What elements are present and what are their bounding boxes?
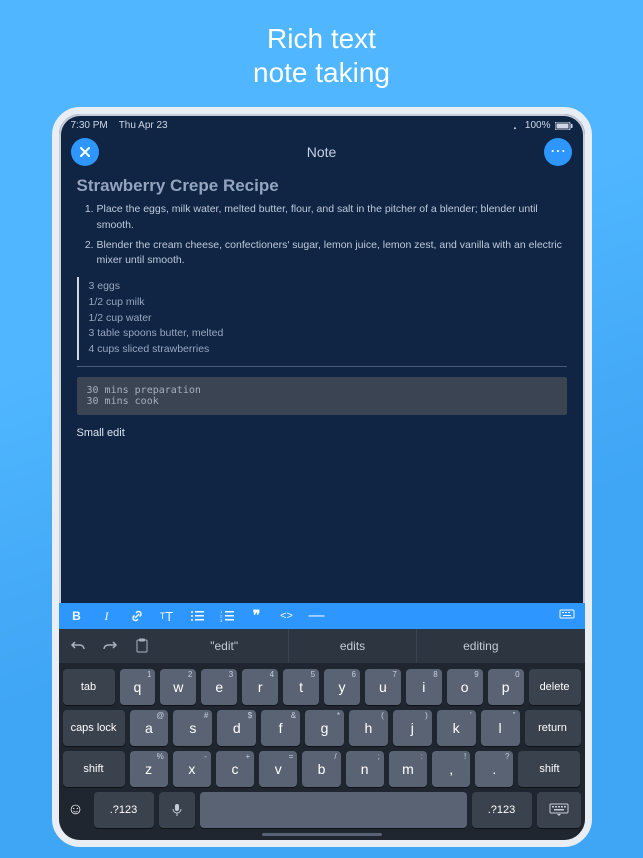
key-d[interactable]: d$ [217,710,256,746]
nav-header: Note ⋯ [59,134,585,174]
battery-icon [555,122,573,130]
key-f[interactable]: f& [261,710,300,746]
ingredient-line: 3 eggs [89,279,567,295]
status-time: 7:30 PM [71,120,108,131]
list-item: Place the eggs, milk water, melted butte… [97,202,567,234]
undo-button[interactable] [67,635,89,657]
key-e[interactable]: e3 [201,669,237,705]
key-n[interactable]: n; [346,751,384,787]
list-item: Blender the cream cheese, confectioners'… [97,238,567,270]
dots-icon: ⋯ [550,144,567,160]
key-z[interactable]: z% [130,751,168,787]
clipboard-button[interactable] [131,635,153,657]
suggestion-word[interactable]: edits [288,629,416,663]
ingredient-line: 4 cups sliced strawberries [89,342,567,358]
device-frame: 7:30 PM Thu Apr 23 100% Note ⋯ Strawberr… [52,107,592,847]
key-return[interactable]: return [525,710,581,746]
suggestion-bar: "edit" edits editing [59,629,585,663]
key-capslock[interactable]: caps lock [63,710,125,746]
key-i[interactable]: i8 [406,669,442,705]
status-left: 7:30 PM Thu Apr 23 [71,120,168,131]
ingredient-line: 3 table spoons butter, melted [89,326,567,342]
keyboard: tab q1w2e3r4t5y6u7i8o9p0 delete caps loc… [59,663,585,840]
bullet-list-button[interactable] [189,608,205,624]
link-button[interactable] [129,608,145,624]
blockquote: 3 eggs 1/2 cup milk 1/2 cup water 3 tabl… [77,277,567,360]
home-indicator [262,833,382,836]
key-s[interactable]: s# [173,710,212,746]
key-c[interactable]: c+ [216,751,254,787]
key-h[interactable]: h( [349,710,388,746]
key-.[interactable]: .? [475,751,513,787]
key-delete[interactable]: delete [529,669,581,705]
battery-pct: 100% [525,120,551,131]
promo-title: Rich text note taking [253,22,390,89]
numbered-list-button[interactable]: 123 [219,608,235,624]
more-button[interactable]: ⋯ [544,138,572,166]
status-right: 100% [509,120,573,131]
promo-l2: note taking [253,56,390,90]
emoji-key[interactable]: ☺ [63,792,89,828]
plain-text: Small edit [77,427,567,439]
redo-button[interactable] [99,635,121,657]
key-q[interactable]: q1 [120,669,156,705]
textsize-button[interactable]: TT [159,608,175,624]
key-r[interactable]: r4 [242,669,278,705]
key-shift-left[interactable]: shift [63,751,125,787]
key-b[interactable]: b/ [302,751,340,787]
key-w[interactable]: w2 [160,669,196,705]
key-tab[interactable]: tab [63,669,115,705]
key-numsym-left[interactable]: .?123 [94,792,154,828]
status-bar: 7:30 PM Thu Apr 23 100% [59,114,585,134]
key-shift-right[interactable]: shift [518,751,580,787]
key-y[interactable]: y6 [324,669,360,705]
quote-button[interactable]: ❞ [249,608,265,624]
code-block: 30 mins preparation 30 mins cook [77,377,567,415]
key-a[interactable]: a@ [130,710,169,746]
promo-l1: Rich text [253,22,390,56]
dictation-key[interactable] [159,792,195,828]
svg-text:3: 3 [220,618,223,622]
key-g[interactable]: g* [305,710,344,746]
key-o[interactable]: o9 [447,669,483,705]
key-x[interactable]: x- [173,751,211,787]
key-l[interactable]: l" [481,710,520,746]
nav-title: Note [307,144,337,160]
note-content[interactable]: Strawberry Crepe Recipe Place the eggs, … [59,174,585,603]
key-u[interactable]: u7 [365,669,401,705]
format-toolbar: B I TT 123 ❞ <> — [59,603,585,629]
wifi-icon [509,121,521,130]
key-numsym-right[interactable]: .?123 [472,792,532,828]
note-heading: Strawberry Crepe Recipe [77,176,567,196]
close-button[interactable] [71,138,99,166]
suggestion-word[interactable]: "edit" [161,629,288,663]
dismiss-keyboard-button[interactable] [559,607,575,623]
key-p[interactable]: p0 [488,669,524,705]
code-button[interactable]: <> [279,608,295,624]
key-space[interactable] [200,792,467,828]
ingredient-line: 1/2 cup milk [89,295,567,311]
hr-button[interactable]: — [309,608,325,624]
suggestion-word[interactable]: editing [416,629,544,663]
key-k[interactable]: k' [437,710,476,746]
key-,[interactable]: ,! [432,751,470,787]
hide-keyboard-key[interactable] [537,792,581,828]
italic-button[interactable]: I [99,608,115,624]
key-m[interactable]: m: [389,751,427,787]
bold-button[interactable]: B [69,608,85,624]
ingredient-line: 1/2 cup water [89,311,567,327]
ordered-steps: Place the eggs, milk water, melted butte… [77,202,567,269]
key-t[interactable]: t5 [283,669,319,705]
key-v[interactable]: v= [259,751,297,787]
key-j[interactable]: j) [393,710,432,746]
status-date: Thu Apr 23 [119,120,168,131]
horizontal-rule [77,366,567,367]
